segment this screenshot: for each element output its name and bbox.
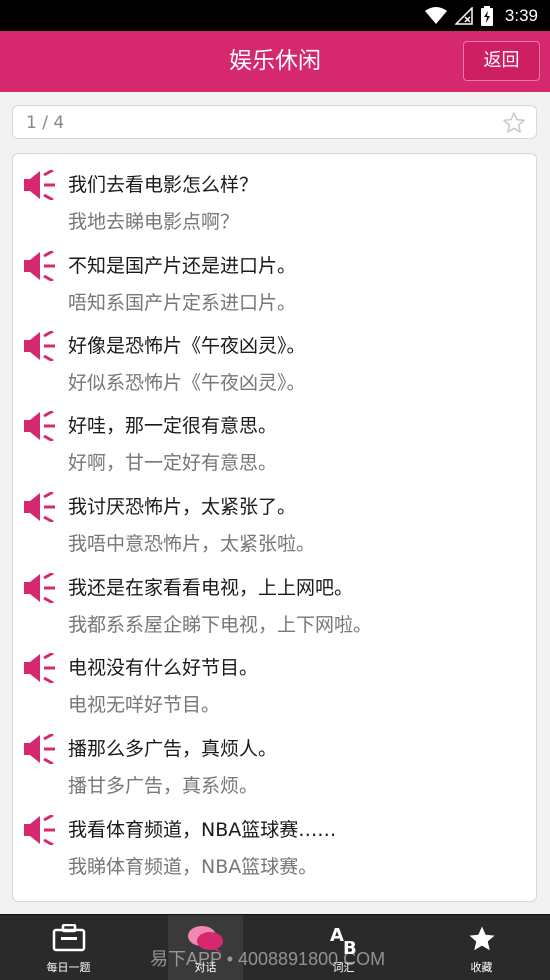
speaker-icon[interactable] xyxy=(24,251,56,281)
svg-text:B: B xyxy=(343,938,357,956)
cantonese-line: 唔知系国产片定系进口片。 xyxy=(68,292,297,314)
cantonese-line: 播甘多广告，真系烦。 xyxy=(68,775,259,797)
ab-letters-icon: A B xyxy=(330,925,357,956)
nav-item-vocabulary[interactable]: A B 词汇 xyxy=(275,915,412,980)
cantonese-line: 电视无咩好节目。 xyxy=(68,694,221,716)
dialog-item: 好哇，那一定很有意思。 好啊，甘一定好有意思。 xyxy=(13,401,536,481)
cantonese-line: 我唔中意恐怖片，太紧张啦。 xyxy=(68,533,316,555)
svg-text:A: A xyxy=(330,925,344,946)
page-indicator: 1 / 4 xyxy=(12,105,537,139)
speaker-icon[interactable] xyxy=(24,331,56,361)
cantonese-line: 我地去睇电影点啊？ xyxy=(68,211,240,233)
mandarin-line: 播那么多广告，真烦人。 xyxy=(68,738,278,760)
mandarin-line: 我还是在家看看电视，上上网吧。 xyxy=(68,577,354,599)
dialog-item: 我讨厌恐怖片，太紧张了。 我唔中意恐怖片，太紧张啦。 xyxy=(13,482,536,562)
cantonese-line: 我都系系屋企睇下电视，上下网啦。 xyxy=(68,614,373,636)
speaker-icon[interactable] xyxy=(24,734,56,764)
speaker-icon[interactable] xyxy=(24,411,56,441)
status-bar: 3:39 xyxy=(0,0,550,31)
dialog-item: 播那么多广告，真烦人。 播甘多广告，真系烦。 xyxy=(13,724,536,804)
star-icon xyxy=(469,926,494,951)
dialog-item: 我看体育频道，NBA篮球赛…… 我睇体育频道，NBA篮球赛。 xyxy=(13,805,536,885)
star-outline-icon[interactable] xyxy=(502,111,526,135)
dialog-item: 电视没有什么好节目。 电视无咩好节目。 xyxy=(13,643,536,723)
nav-label: 对话 xyxy=(194,961,217,974)
cantonese-line: 好似系恐怖片《午夜凶灵》。 xyxy=(68,372,306,394)
nav-item-favorites[interactable]: 收藏 xyxy=(413,915,550,980)
dialog-item: 我还是在家看看电视，上上网吧。 我都系系屋企睇下电视，上下网啦。 xyxy=(13,563,536,643)
cantonese-line: 我睇体育频道，NBA篮球赛。 xyxy=(68,856,318,878)
no-signal-icon xyxy=(454,6,473,25)
mandarin-line: 好哇，那一定很有意思。 xyxy=(68,415,278,437)
nav-item-dialog[interactable]: 对话 xyxy=(168,915,243,980)
app-bar: 娱乐休闲 返回 xyxy=(0,31,550,92)
nav-label: 词汇 xyxy=(332,961,355,974)
dialog-item: 好像是恐怖片《午夜凶灵》。 好似系恐怖片《午夜凶灵》。 xyxy=(13,321,536,401)
wifi-icon xyxy=(424,6,447,24)
dialog-item: 我们去看电影怎么样？ 我地去睇电影点啊？ xyxy=(13,160,536,240)
dialog-list: 我们去看电影怎么样？ 我地去睇电影点啊？ 不知是国产片还是进口片。 唔知系国产片… xyxy=(12,153,537,902)
speaker-icon[interactable] xyxy=(24,653,56,683)
bottom-nav: 每日一题 对话 A B 词汇 收藏 xyxy=(0,914,550,980)
page-counter: 1 / 4 xyxy=(26,113,65,133)
chat-bubbles-icon xyxy=(187,926,223,953)
speaker-icon[interactable] xyxy=(24,170,56,200)
speaker-icon[interactable] xyxy=(24,815,56,845)
mandarin-line: 不知是国产片还是进口片。 xyxy=(68,255,297,277)
nav-item-daily-question[interactable]: 每日一题 xyxy=(0,915,137,980)
nav-label: 每日一题 xyxy=(46,961,91,974)
status-icons: 3:39 xyxy=(424,0,538,31)
speaker-icon[interactable] xyxy=(24,492,56,522)
mandarin-line: 我看体育频道，NBA篮球赛…… xyxy=(68,819,337,841)
mandarin-line: 我讨厌恐怖片，太紧张了。 xyxy=(68,496,297,518)
battery-charging-icon xyxy=(480,5,493,26)
speaker-icon[interactable] xyxy=(24,573,56,603)
mandarin-line: 电视没有什么好节目。 xyxy=(68,657,259,679)
briefcase-icon xyxy=(52,924,85,952)
mandarin-line: 好像是恐怖片《午夜凶灵》。 xyxy=(68,335,306,357)
mandarin-line: 我们去看电影怎么样？ xyxy=(68,174,259,196)
cantonese-line: 好啊，甘一定好有意思。 xyxy=(68,452,278,474)
nav-label: 收藏 xyxy=(470,961,493,974)
back-button[interactable]: 返回 xyxy=(463,41,540,81)
dialog-item: 不知是国产片还是进口片。 唔知系国产片定系进口片。 xyxy=(13,241,536,321)
status-time: 3:39 xyxy=(504,5,538,25)
